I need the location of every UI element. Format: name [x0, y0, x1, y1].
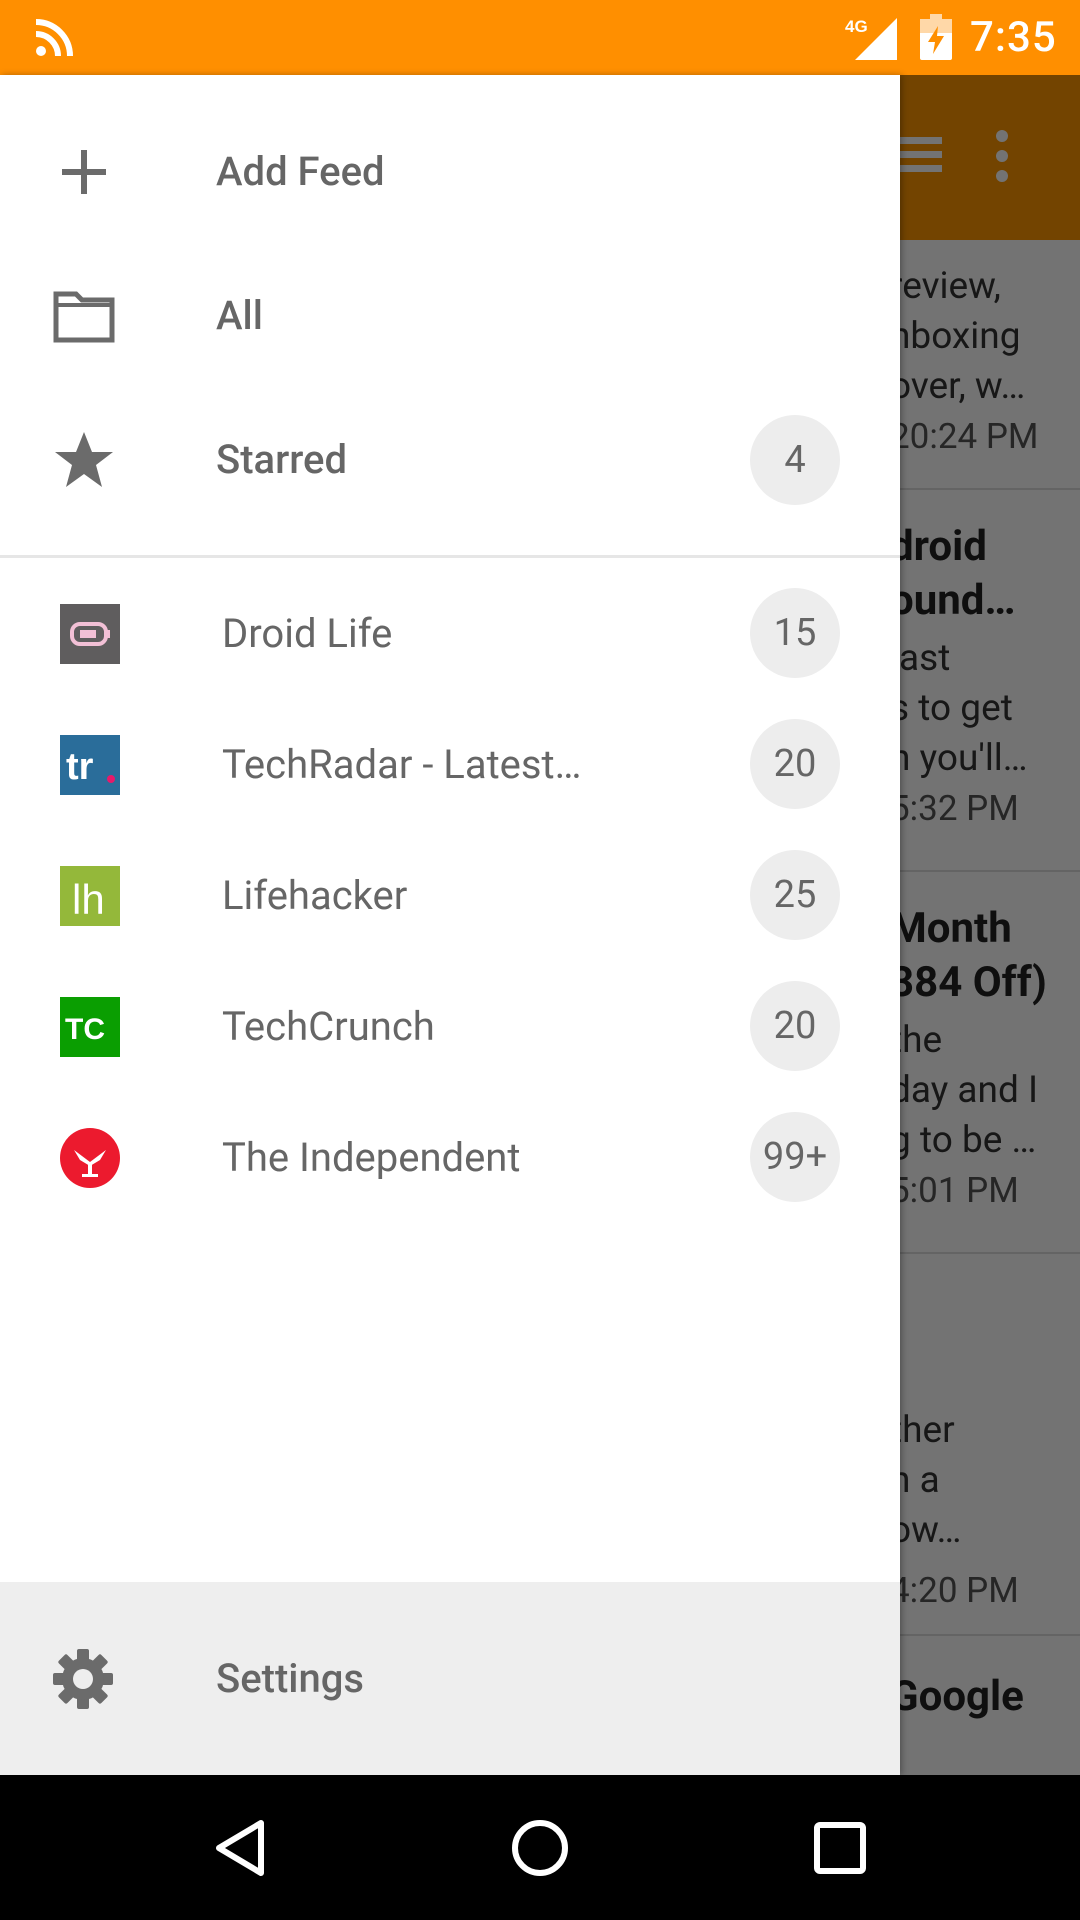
feed-label: Droid Life: [222, 610, 393, 657]
signal-icon: 4G: [845, 17, 897, 60]
system-nav-bar: [0, 1775, 1080, 1920]
feed-label: Lifehacker: [222, 872, 408, 919]
feed-item-lifehacker[interactable]: lh Lifehacker 25: [0, 830, 900, 961]
lifehacker-logo: lh: [60, 866, 120, 926]
unread-count-badge: 25: [750, 850, 840, 940]
feed-item-techradar[interactable]: tr TechRadar - Latest… 20: [0, 699, 900, 830]
navigation-drawer: Add Feed All Starred 4 Droid Life 15 tr: [0, 75, 900, 1775]
status-bar: 4G 7:35: [0, 0, 1080, 75]
svg-text:lh: lh: [72, 876, 105, 923]
svg-text:4G: 4G: [845, 17, 868, 36]
techcrunch-logo: TC: [60, 997, 120, 1057]
recents-icon[interactable]: [807, 1815, 873, 1881]
independent-logo: [60, 1128, 120, 1188]
add-feed-label: Add Feed: [216, 148, 385, 195]
feed-label: The Independent: [222, 1134, 521, 1181]
starred-label: Starred: [216, 436, 347, 483]
home-icon[interactable]: [507, 1815, 573, 1881]
feed-label: TechCrunch: [222, 1003, 435, 1050]
settings-item[interactable]: Settings: [0, 1582, 900, 1775]
rss-icon: [35, 19, 73, 57]
unread-count-badge: 99+: [750, 1112, 840, 1202]
star-icon: [55, 432, 113, 487]
starred-item[interactable]: Starred 4: [0, 388, 900, 532]
unread-count-badge: 20: [750, 719, 840, 809]
feed-item-the-independent[interactable]: The Independent 99+: [0, 1092, 900, 1223]
svg-text:tr: tr: [66, 746, 94, 788]
clock: 7:35: [970, 13, 1057, 62]
battery-charging-icon: [920, 14, 952, 60]
feed-item-droid-life[interactable]: Droid Life 15: [0, 568, 900, 699]
feed-label: TechRadar - Latest…: [222, 741, 582, 788]
folder-icon: [53, 291, 115, 343]
settings-label: Settings: [216, 1655, 365, 1702]
unread-count-badge: 20: [750, 981, 840, 1071]
gear-icon: [53, 1649, 113, 1709]
back-icon[interactable]: [207, 1815, 273, 1881]
drawer-divider: [0, 555, 900, 558]
droid-life-logo: [60, 604, 120, 664]
techradar-logo: tr: [60, 735, 120, 795]
svg-text:TC: TC: [65, 1013, 105, 1046]
feed-item-techcrunch[interactable]: TC TechCrunch 20: [0, 961, 900, 1092]
add-feed-item[interactable]: Add Feed: [0, 100, 900, 244]
all-item[interactable]: All: [0, 244, 900, 388]
unread-count-badge: 15: [750, 588, 840, 678]
starred-count-badge: 4: [750, 415, 840, 505]
plus-icon: [62, 150, 106, 194]
all-label: All: [216, 292, 263, 339]
